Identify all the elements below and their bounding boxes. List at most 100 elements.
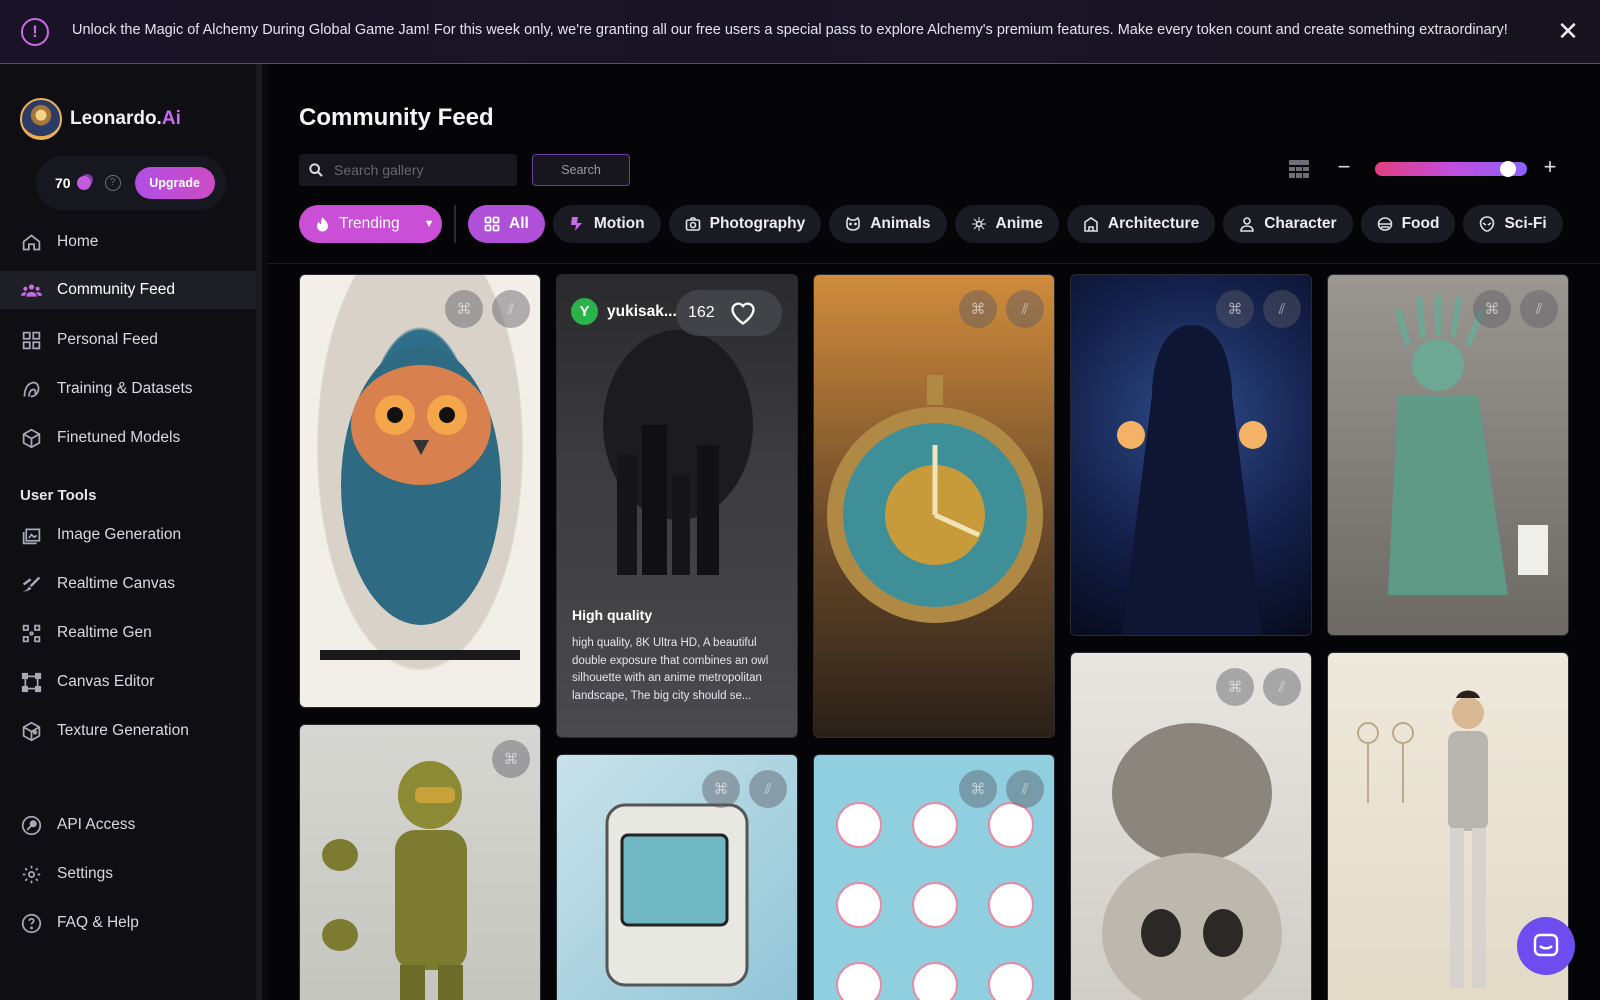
cat-icon [846,216,861,231]
sidebar-item-label: Canvas Editor [57,673,155,690]
sidebar-item-finetuned[interactable]: Finetuned Models [0,419,256,457]
sidebar-item-api-access[interactable]: API Access [0,806,256,844]
sidebar-item-realtime-canvas[interactable]: Realtime Canvas [0,565,256,603]
filter-chip-character[interactable]: Character [1223,205,1353,243]
variation-icon[interactable]: ⌘ [445,290,483,328]
chip-label: Animals [870,215,931,232]
chevron-down-icon: ▼ [423,218,435,230]
grid-icon [484,216,500,232]
sidebar-item-label: Home [57,233,99,250]
zoom-out-button[interactable]: − [1332,155,1356,179]
chip-label: Motion [593,215,645,232]
feed-card-armored-soldier[interactable]: ⌘ [299,724,541,1000]
sidebar-item-label: Image Generation [57,526,182,543]
feed-card-liberty-statue[interactable]: ⌘ ⫽ [1327,274,1569,636]
sidebar-item-label: Realtime Gen [57,624,152,641]
image-feed: ⌘ ⫽ ⌘ Y yukisak... 162 High quality high… [299,274,1599,1000]
banner-text: Unlock the Magic of Alchemy During Globa… [72,22,1508,38]
liberty-statue-image [1388,295,1548,595]
filter-chip-scifi[interactable]: Sci-Fi [1463,205,1563,243]
zoom-slider[interactable] [1375,161,1527,177]
alien-icon [1480,216,1495,232]
feed-card-cosmic-figure[interactable]: ⌘ ⫽ [1070,274,1312,636]
feed-card-retro-device[interactable]: ⌘ ⫽ [556,754,798,1000]
variation-icon[interactable]: ⌘ [492,740,530,778]
sidebar-item-canvas-editor[interactable]: Canvas Editor [0,663,256,701]
variation-icon[interactable]: ⌘ [959,770,997,808]
feed-card-pocket-watch[interactable]: ⌘ ⫽ [813,274,1055,738]
crop-icon [20,671,42,693]
feed-card-cat-skull[interactable]: ⌘ ⫽ [1070,652,1312,1000]
search-field[interactable] [299,154,517,186]
variation-icon[interactable]: ⌘ [702,770,740,808]
remix-icon[interactable]: ⫽ [1006,770,1044,808]
sidebar-item-personal-feed[interactable]: Personal Feed [0,321,256,359]
feed-card-bunny-stickers[interactable]: ⌘ ⫽ [813,754,1055,1000]
feed-card-owl-city[interactable]: Y yukisak... 162 High quality high quali… [556,274,798,738]
motion-icon [570,217,582,231]
remix-icon[interactable]: ⫽ [1263,290,1301,328]
filter-chip-motion[interactable]: Motion [552,205,661,243]
person-icon [1240,217,1255,232]
search-button[interactable]: Search [532,154,630,186]
sidebar-item-settings[interactable]: Settings [0,855,256,893]
remix-icon[interactable]: ⫽ [492,290,530,328]
building-icon [1084,217,1098,232]
camera-icon [685,217,700,231]
pocket-watch-image [827,375,1043,623]
chip-label: Architecture [1107,215,1200,232]
gear-icon [20,863,42,885]
filter-chip-food[interactable]: Food [1360,205,1456,243]
filter-chip-photography[interactable]: Photography [668,205,822,243]
remix-icon[interactable]: ⫽ [1520,290,1558,328]
variation-icon[interactable]: ⌘ [959,290,997,328]
sidebar-item-realtime-gen[interactable]: Realtime Gen [0,614,256,652]
variation-icon[interactable]: ⌘ [1216,668,1254,706]
card-actions: ⌘ ⫽ [1473,290,1558,328]
filter-chip-all[interactable]: All [468,205,545,243]
filter-chip-anime[interactable]: Anime [954,205,1059,243]
sidebar-item-home[interactable]: Home [0,223,256,261]
variation-icon[interactable]: ⌘ [1216,290,1254,328]
key-icon [20,814,42,836]
like-count: 162 [688,304,715,321]
sidebar-item-training[interactable]: Training & Datasets [0,370,256,408]
sidebar-item-label: Training & Datasets [57,380,193,397]
info-icon[interactable]: ? [104,175,121,191]
zoom-in-button[interactable]: + [1538,155,1562,179]
remix-icon[interactable]: ⫽ [1263,668,1301,706]
close-icon[interactable]: ✕ [1556,18,1580,44]
sidebar-item-image-generation[interactable]: Image Generation [0,516,256,554]
sidebar-item-faq[interactable]: FAQ & Help [0,904,256,942]
sidebar-item-community-feed[interactable]: Community Feed [0,271,256,309]
remix-icon[interactable]: ⫽ [749,770,787,808]
filter-bar: Trending ▼ All Motion Photography Animal… [299,205,1563,243]
filter-chip-animals[interactable]: Animals [829,205,947,243]
home-icon [20,231,42,253]
card-actions: ⌘ [492,740,530,778]
sidebar-item-label: Texture Generation [57,722,189,739]
variation-icon[interactable]: ⌘ [1473,290,1511,328]
image-gen-icon [20,524,42,546]
sidebar-item-label: Realtime Canvas [57,575,176,592]
zoom-slider-handle[interactable] [1500,161,1517,177]
remix-icon[interactable]: ⫽ [1006,290,1044,328]
layout-toggle-icon[interactable] [1289,160,1309,178]
feed-card-owl-painting[interactable]: ⌘ ⫽ [299,274,541,708]
search-input[interactable] [334,162,504,178]
trending-dropdown[interactable]: Trending ▼ [299,205,442,243]
alert-icon: ! [21,18,49,46]
brand-logo[interactable]: Leonardo.Ai [20,98,181,140]
sidebar-item-texture-generation[interactable]: Texture Generation [0,712,256,750]
sidebar-item-label: Personal Feed [57,331,158,348]
like-button[interactable]: 162 [676,290,782,336]
upgrade-button[interactable]: Upgrade [134,167,215,199]
chat-support-button[interactable] [1517,917,1575,975]
chip-label: Photography [709,215,806,232]
card-author[interactable]: Y yukisak... [571,298,677,325]
filter-chip-architecture[interactable]: Architecture [1066,205,1216,243]
filter-separator [268,263,1600,264]
chip-label: Character [1264,215,1337,232]
chip-label: All [509,215,529,232]
card-actions: ⌘ ⫽ [702,770,787,808]
